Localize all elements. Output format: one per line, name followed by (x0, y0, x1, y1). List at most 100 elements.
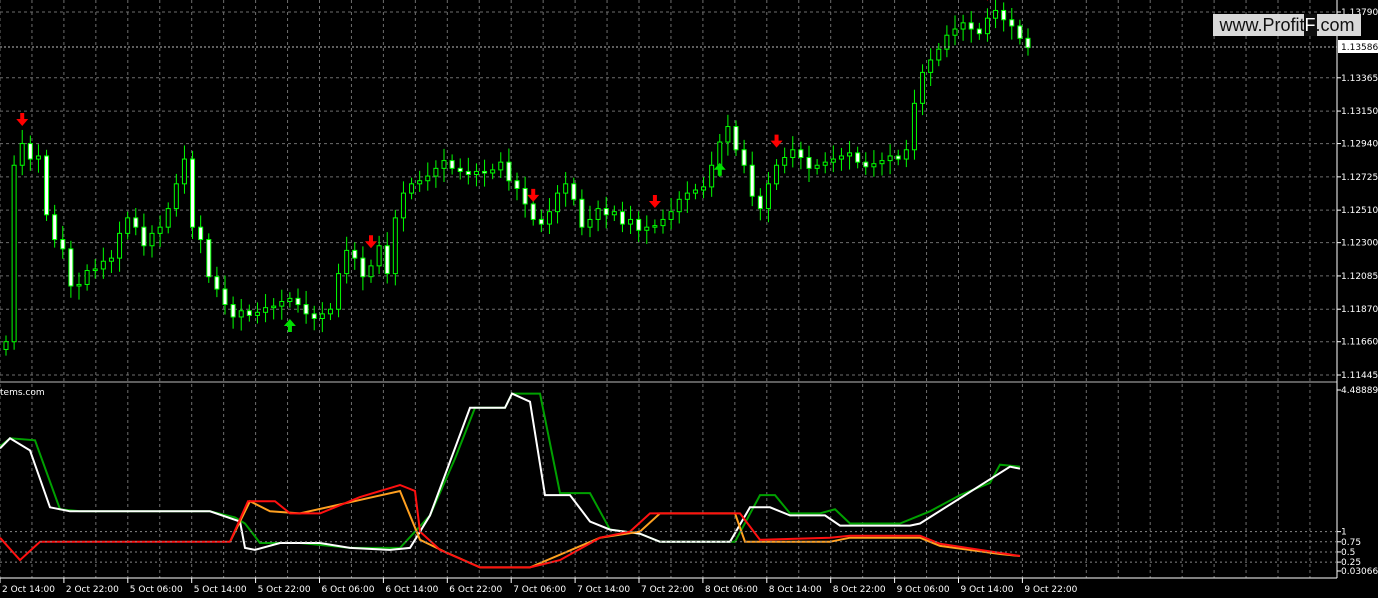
bull-candle (11, 164, 17, 343)
watermark-suffix: .com (1315, 15, 1355, 35)
time-label: 8 Oct 14:00 (769, 585, 822, 595)
bull-candle (498, 161, 504, 171)
bear-candle (198, 226, 204, 241)
bear-candle (806, 157, 812, 169)
bull-candle (546, 211, 552, 225)
bull-candle (238, 310, 244, 318)
time-label: 2 Oct 14:00 (2, 585, 55, 595)
bear-candle (52, 214, 58, 241)
bull-candle (400, 192, 406, 219)
bull-candle (676, 198, 682, 213)
bear-candle (360, 257, 366, 278)
bull-candle (830, 158, 836, 163)
bull-candle (838, 155, 844, 160)
bear-candle (311, 313, 317, 319)
time-label: 6 Oct 22:00 (449, 585, 502, 595)
bull-candle (327, 308, 333, 315)
time-label: 8 Oct 22:00 (833, 585, 886, 595)
bull-candle (701, 186, 707, 191)
bull-candle (473, 170, 479, 176)
time-label: 7 Oct 22:00 (641, 585, 694, 595)
bull-candle (181, 158, 187, 185)
bull-candle (149, 232, 155, 247)
time-label: 2 Oct 22:00 (66, 585, 119, 595)
bull-candle (822, 161, 828, 166)
bull-candle (960, 22, 966, 30)
bear-candle (863, 161, 869, 168)
price-label: 1.11445 (1341, 371, 1378, 381)
bull-candle (879, 160, 885, 165)
bear-candle (530, 203, 536, 220)
bull-candle (928, 59, 934, 73)
bull-candle (936, 48, 942, 61)
bull-candle (336, 273, 342, 310)
bear-candle (465, 170, 471, 176)
time-label: 6 Oct 14:00 (385, 585, 438, 595)
bull-candle (644, 226, 650, 231)
bear-candle (230, 304, 236, 318)
bull-candle (108, 257, 114, 262)
price-label: 1.11870 (1341, 305, 1378, 315)
bull-candle (344, 249, 350, 275)
price-axis-area (1337, 0, 1378, 598)
bull-candle (287, 297, 293, 302)
time-label: 7 Oct 14:00 (577, 585, 630, 595)
bull-candle (920, 71, 926, 104)
bull-candle (376, 245, 382, 267)
bear-candle (246, 310, 252, 316)
bear-candle (603, 208, 609, 216)
bear-candle (968, 22, 974, 30)
bull-candle (254, 311, 260, 316)
price-label: 1.12510 (1341, 206, 1378, 216)
bull-candle (92, 268, 98, 272)
bear-candle (1025, 37, 1031, 49)
bear-candle (457, 167, 463, 172)
time-label: 5 Oct 22:00 (258, 585, 311, 595)
bull-candle (555, 192, 561, 213)
bear-candle (579, 198, 585, 228)
bear-candle (636, 218, 642, 231)
watermark-prefix: www.Profit (1219, 15, 1305, 35)
bull-candle (847, 152, 853, 157)
bull-candle (774, 164, 780, 185)
bear-candle (538, 218, 544, 225)
bull-candle (490, 169, 496, 174)
price-label: 1.12725 (1341, 173, 1378, 183)
indicator-name-label: tems.com (0, 388, 45, 398)
bull-candle (765, 183, 771, 210)
bull-candle (417, 180, 423, 185)
bear-candle (522, 187, 528, 205)
bear-candle (449, 160, 455, 169)
bull-candle (19, 143, 25, 166)
indicator-label: 4.48889 (1341, 386, 1378, 396)
chart-background (0, 0, 1378, 598)
bear-candle (757, 195, 763, 210)
price-label: 1.12085 (1341, 272, 1378, 282)
bull-candle (271, 305, 277, 309)
bull-candle (790, 149, 796, 159)
price-label: 1.12940 (1341, 140, 1378, 150)
time-label: 7 Oct 06:00 (513, 585, 566, 595)
trading-chart[interactable]: 1.137901.133651.131501.129401.127251.125… (0, 0, 1378, 598)
bear-candle (895, 155, 901, 160)
bull-candle (652, 225, 658, 228)
bull-candle (814, 164, 820, 169)
time-label: 5 Oct 14:00 (194, 585, 247, 595)
bear-candle (206, 239, 212, 278)
bull-candle (668, 211, 674, 220)
bull-candle (595, 208, 601, 220)
bull-candle (425, 175, 431, 182)
bull-candle (100, 260, 106, 270)
bear-candle (855, 152, 861, 163)
price-label: 1.11660 (1341, 338, 1378, 348)
time-label: 8 Oct 06:00 (705, 585, 758, 595)
bear-candle (1009, 19, 1015, 27)
bull-candle (684, 192, 690, 200)
bull-candle (903, 149, 909, 160)
bear-candle (190, 158, 196, 228)
bull-candle (611, 211, 617, 216)
bear-candle (60, 239, 66, 250)
bear-candle (352, 249, 358, 259)
bear-candle (749, 164, 755, 197)
indicator-label: 0.03066 (1341, 567, 1378, 577)
